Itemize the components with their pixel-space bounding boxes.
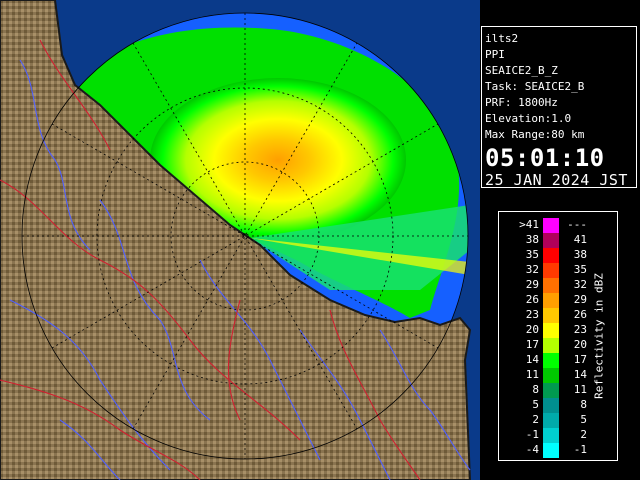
- legend-lower-bound: 11: [525, 368, 539, 381]
- legend-lower-bound: 14: [525, 353, 539, 366]
- legend-row: 29 32: [499, 278, 617, 293]
- legend-row: 25: [499, 413, 617, 428]
- legend-upper-bound: 38: [573, 248, 587, 261]
- legend-lower-bound: 23: [525, 308, 539, 321]
- legend-row: >41 ---: [499, 218, 617, 233]
- radar-ppi-map: [0, 0, 480, 480]
- legend-row: 11 14: [499, 368, 617, 383]
- legend-color-swatch: [543, 248, 559, 263]
- legend-lower-bound: 8: [532, 383, 539, 396]
- legend-lower-bound: 29: [525, 278, 539, 291]
- legend-row: 14 17: [499, 353, 617, 368]
- legend-upper-bound: 5: [580, 413, 587, 426]
- legend-upper-bound: 11: [573, 383, 587, 396]
- legend-lower-bound: 5: [532, 398, 539, 411]
- legend-upper-bound: 2: [580, 428, 587, 441]
- legend-row: 26 29: [499, 293, 617, 308]
- legend-lower-bound: 2: [532, 413, 539, 426]
- legend-upper-bound: 17: [573, 353, 587, 366]
- legend-color-swatch: [543, 323, 559, 338]
- legend-row: -1 2: [499, 428, 617, 443]
- product-id: SEAICE2_B_Z: [485, 64, 558, 77]
- legend-lower-bound: 35: [525, 248, 539, 261]
- legend-lower-bound: 38: [525, 233, 539, 246]
- legend-upper-bound: 35: [573, 263, 587, 276]
- legend-color-swatch: [543, 398, 559, 413]
- color-legend: Reflectivity in dBZ >41 --- 38 41 35 38 32 35 29…: [498, 211, 618, 461]
- legend-color-swatch: [543, 353, 559, 368]
- legend-row: 8 11: [499, 383, 617, 398]
- legend-lower-bound: -1: [525, 428, 539, 441]
- legend-row: 38 41: [499, 233, 617, 248]
- legend-color-swatch: [543, 293, 559, 308]
- site-name: ilts2: [485, 32, 519, 45]
- legend-upper-bound: 8: [580, 398, 587, 411]
- legend-lower-bound: -4: [525, 443, 539, 456]
- product-type: PPI: [485, 48, 505, 61]
- legend-row: 17 20: [499, 338, 617, 353]
- legend-color-swatch: [543, 368, 559, 383]
- legend-color-swatch: [543, 278, 559, 293]
- elevation-value: Elevation:1.0: [485, 112, 572, 125]
- prf-value: PRF: 1800Hz: [485, 96, 558, 109]
- legend-row: -4 -1: [499, 443, 617, 458]
- legend-color-swatch: [543, 308, 559, 323]
- legend-lower-bound: >41: [519, 218, 539, 231]
- legend-upper-bound: 23: [573, 323, 587, 336]
- scan-time: 05:01:10: [485, 144, 605, 172]
- max-range-value: Max Range:80 km: [485, 128, 585, 141]
- legend-upper-bound: 29: [573, 293, 587, 306]
- legend-color-swatch: [543, 218, 559, 233]
- legend-color-swatch: [543, 413, 559, 428]
- legend-color-swatch: [543, 443, 559, 458]
- radar-info-panel: ilts2 PPI SEAICE2_B_Z Task: SEAICE2_B PR…: [481, 26, 637, 189]
- legend-upper-bound: 20: [573, 338, 587, 351]
- legend-upper-bound: 32: [573, 278, 587, 291]
- legend-row: 20 23: [499, 323, 617, 338]
- legend-upper-bound: -1: [573, 443, 587, 456]
- legend-upper-bound: ---: [567, 218, 587, 231]
- legend-upper-bound: 14: [573, 368, 587, 381]
- task-name: Task: SEAICE2_B: [485, 80, 585, 93]
- legend-lower-bound: 20: [525, 323, 539, 336]
- legend-row: 32 35: [499, 263, 617, 278]
- legend-row: 23 26: [499, 308, 617, 323]
- legend-color-swatch: [543, 383, 559, 398]
- legend-color-swatch: [543, 233, 559, 248]
- legend-upper-bound: 26: [573, 308, 587, 321]
- legend-upper-bound: 41: [573, 233, 587, 246]
- legend-lower-bound: 26: [525, 293, 539, 306]
- scan-date: 25 JAN 2024 JST: [485, 171, 628, 189]
- legend-color-swatch: [543, 428, 559, 443]
- legend-lower-bound: 32: [525, 263, 539, 276]
- legend-row: 58: [499, 398, 617, 413]
- legend-lower-bound: 17: [525, 338, 539, 351]
- legend-row: 35 38: [499, 248, 617, 263]
- legend-color-swatch: [543, 338, 559, 353]
- legend-color-swatch: [543, 263, 559, 278]
